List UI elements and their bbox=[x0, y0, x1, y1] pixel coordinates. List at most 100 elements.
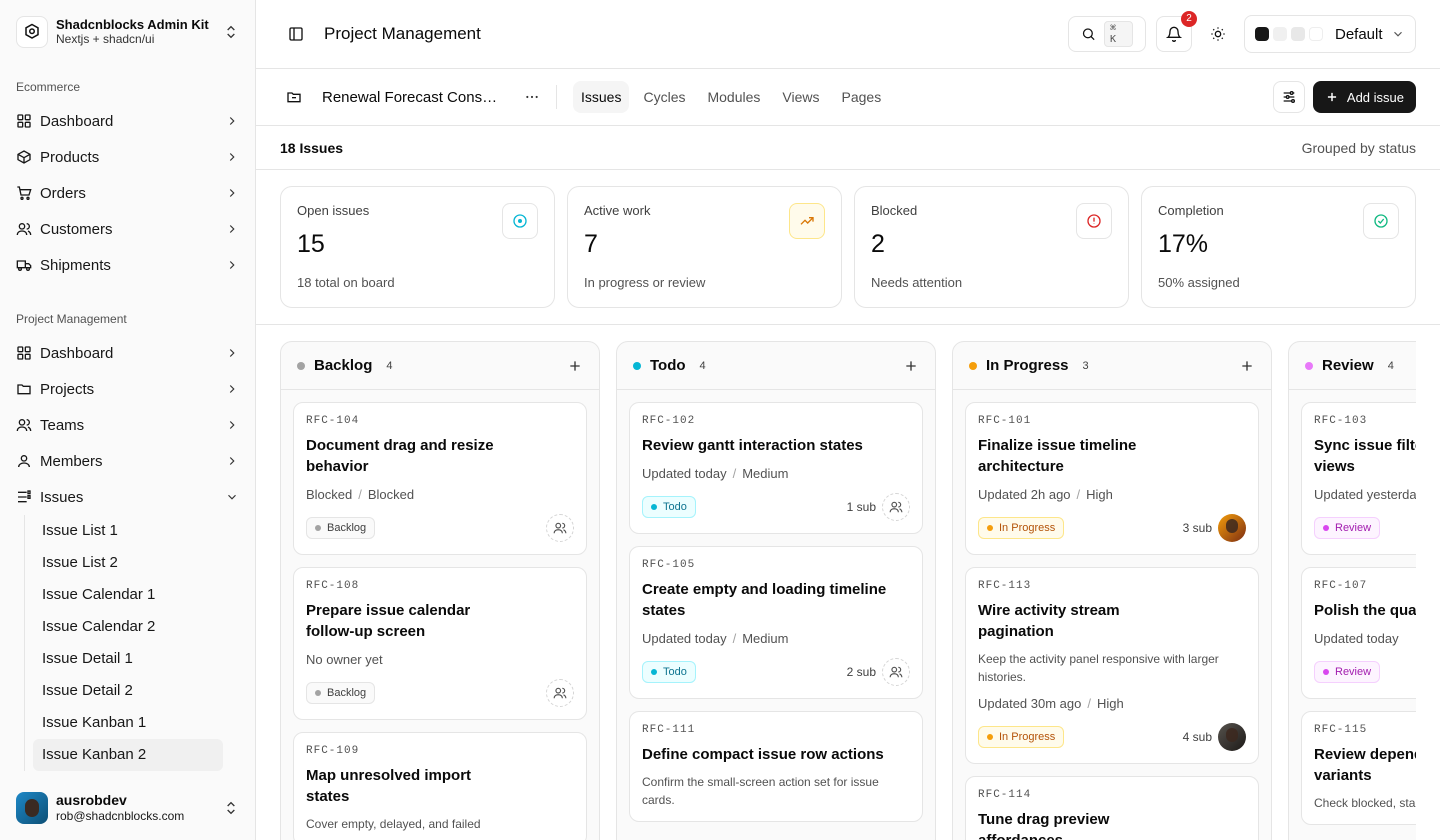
issue-card[interactable]: RFC-107 Polish the quarterly view Updated … bbox=[1301, 567, 1416, 699]
issue-code: RFC-108 bbox=[306, 580, 360, 592]
sidebar-subitem-issue-detail-2[interactable]: Issue Detail 2 bbox=[33, 675, 223, 707]
add-card-plus-icon[interactable] bbox=[903, 358, 919, 374]
sidebar-item-shipments[interactable]: Shipments bbox=[0, 247, 255, 283]
divider bbox=[556, 85, 557, 109]
issue-meta-primary: Updated today bbox=[1314, 631, 1399, 646]
issue-card[interactable]: RFC-108 Prepare issue calendar follow-up … bbox=[293, 567, 587, 720]
sidebar-subitem-issue-calendar-1[interactable]: Issue Calendar 1 bbox=[33, 579, 223, 611]
team-switcher[interactable]: Shadcnblocks Admin Kit Nextjs + shadcn/u… bbox=[0, 0, 255, 64]
issue-footer: Todo 1 sub bbox=[642, 493, 910, 521]
column-count: 4 bbox=[1387, 359, 1394, 372]
subissue-count: 2 sub bbox=[846, 665, 876, 679]
issue-meta: Updated yesterday bbox=[1314, 487, 1416, 502]
issue-card[interactable]: RFC-104 Document drag and resize behavior… bbox=[293, 402, 587, 555]
page-title: Project Management bbox=[324, 24, 481, 43]
issue-title: Review dependency variants bbox=[1314, 746, 1416, 784]
issue-card[interactable]: RFC-102 Review gantt interaction states Up… bbox=[629, 402, 923, 534]
user-menu[interactable]: ausrobdev rob@shadcnblocks.com bbox=[0, 776, 255, 840]
issue-description: Confirm the small-screen action set for … bbox=[642, 775, 879, 807]
status-badge-label: Todo bbox=[663, 501, 687, 513]
sidebar-subitem-issue-detail-1[interactable]: Issue Detail 1 bbox=[33, 643, 223, 675]
issue-card[interactable]: RFC-111 Define compact issue row actions C… bbox=[629, 711, 923, 822]
sidebar-item-members[interactable]: Members bbox=[0, 443, 255, 479]
tab-issues[interactable]: Issues bbox=[573, 81, 630, 113]
sidebar-item-label: Orders bbox=[40, 184, 86, 202]
more-options-button[interactable] bbox=[518, 83, 546, 111]
status-badge-dot bbox=[987, 525, 993, 531]
chevron-right-icon bbox=[229, 225, 235, 233]
stat-subtext: 18 total on board bbox=[297, 275, 395, 290]
search-shortcut: ⌘ K bbox=[1104, 21, 1133, 47]
sidebar-item-projects[interactable]: Projects bbox=[0, 371, 255, 407]
search-button[interactable]: ⌘ K bbox=[1068, 16, 1146, 52]
assign-users-icon[interactable] bbox=[882, 493, 910, 521]
tab-modules[interactable]: Modules bbox=[699, 81, 768, 113]
user-name: ausrobdev bbox=[56, 792, 127, 808]
tab-views[interactable]: Views bbox=[774, 81, 827, 113]
sidebar-item-products[interactable]: Products bbox=[0, 139, 255, 175]
add-card-plus-icon[interactable] bbox=[1239, 358, 1255, 374]
issue-meta-primary: No owner yet bbox=[306, 652, 383, 667]
sidebar-toggle-button[interactable] bbox=[280, 18, 312, 50]
issue-card[interactable]: RFC-114 Tune drag preview affordances bbox=[965, 776, 1259, 840]
add-card-plus-icon[interactable] bbox=[567, 358, 583, 374]
users-icon bbox=[16, 223, 32, 236]
theme-toggle-button[interactable] bbox=[1200, 16, 1236, 52]
meta-separator: / bbox=[358, 487, 362, 502]
sidebar-subitem-issue-list-2[interactable]: Issue List 2 bbox=[33, 547, 223, 579]
stat-card-open-issues: Open issues 15 18 total on board bbox=[280, 186, 555, 308]
trending-up-icon bbox=[800, 217, 814, 225]
list-icon bbox=[18, 490, 31, 503]
status-badge: In Progress bbox=[978, 726, 1065, 748]
sidebar-subitem-issue-list-1[interactable]: Issue List 1 bbox=[33, 515, 223, 547]
issue-card[interactable]: RFC-105 Create empty and loading timeline… bbox=[629, 546, 923, 699]
assign-users-icon[interactable] bbox=[882, 658, 910, 686]
user-icon bbox=[18, 455, 30, 468]
project-name[interactable]: Renewal Forecast Consolidation bbox=[322, 89, 498, 106]
theme-select[interactable]: Default bbox=[1244, 15, 1416, 53]
issue-meta: No owner yet bbox=[306, 652, 574, 667]
meta-separator: / bbox=[1087, 696, 1091, 711]
issue-card[interactable]: RFC-113 Wire activity stream pagination Ke… bbox=[965, 567, 1259, 764]
sidebar-item-dashboard[interactable]: Dashboard bbox=[0, 103, 255, 139]
issue-card[interactable]: RFC-109 Map unresolved import states Cover… bbox=[293, 732, 587, 840]
status-badge-label: Review bbox=[1335, 666, 1372, 678]
assignee-avatar[interactable] bbox=[1218, 723, 1246, 751]
sidebar-subitem-issue-calendar-2[interactable]: Issue Calendar 2 bbox=[33, 611, 223, 643]
issue-card[interactable]: RFC-101 Finalize issue timeline architect… bbox=[965, 402, 1259, 555]
sidebar-item-label: Dashboard bbox=[40, 112, 114, 130]
folder-icon bbox=[287, 92, 301, 103]
sidebar-item-label: Teams bbox=[40, 416, 85, 434]
notifications-button[interactable]: 2 bbox=[1156, 11, 1197, 52]
issue-code: RFC-103 bbox=[1314, 415, 1368, 427]
issue-title: Review gantt interaction states bbox=[642, 437, 863, 454]
assign-users-icon[interactable] bbox=[546, 679, 574, 707]
stat-card-blocked: Blocked 2 Needs attention bbox=[854, 186, 1129, 308]
display-settings-button[interactable] bbox=[1272, 81, 1305, 113]
sun-icon bbox=[1211, 27, 1225, 41]
tab-pages[interactable]: Pages bbox=[834, 81, 890, 113]
column-title: Backlog bbox=[314, 357, 373, 374]
issue-card[interactable]: RFC-115 Review dependency variants Check b… bbox=[1301, 711, 1416, 825]
sidebar-item-label: Products bbox=[40, 148, 100, 166]
sidebar-subitem-issue-kanban-1[interactable]: Issue Kanban 1 bbox=[33, 707, 223, 739]
sidebar-item-customers[interactable]: Customers bbox=[0, 211, 255, 247]
add-issue-button[interactable]: Add issue bbox=[1312, 81, 1416, 113]
sidebar-item-issues[interactable]: Issues bbox=[0, 479, 255, 515]
stat-icon-badge bbox=[1076, 203, 1112, 239]
sidebar-subitem-issue-kanban-2[interactable]: Issue Kanban 2 bbox=[33, 739, 223, 771]
sidebar-item-teams[interactable]: Teams bbox=[0, 407, 255, 443]
chevron-right-icon bbox=[229, 457, 235, 465]
notification-badge: 2 bbox=[1181, 11, 1197, 27]
chevrons-up-down-icon bbox=[227, 25, 235, 39]
tab-cycles[interactable]: Cycles bbox=[635, 81, 693, 113]
issue-code: RFC-115 bbox=[1314, 724, 1368, 736]
issue-card[interactable]: RFC-103 Sync issue filters across views Up… bbox=[1301, 402, 1416, 555]
sliders-icon bbox=[1283, 91, 1295, 103]
assign-users-icon[interactable] bbox=[546, 514, 574, 542]
sidebar-item-dashboard[interactable]: Dashboard bbox=[0, 335, 255, 371]
status-badge-label: Backlog bbox=[327, 522, 367, 534]
status-badge: Todo bbox=[642, 496, 696, 518]
assignee-avatar[interactable] bbox=[1218, 514, 1246, 542]
sidebar-item-orders[interactable]: Orders bbox=[0, 175, 255, 211]
